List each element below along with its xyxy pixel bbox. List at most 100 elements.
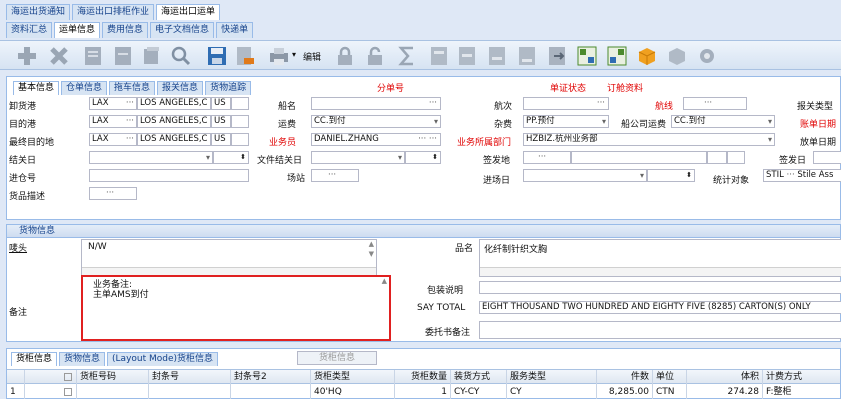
lookup-icon[interactable]: ··· xyxy=(597,98,605,109)
pol-extra-field[interactable] xyxy=(231,97,249,110)
spinner-icon[interactable]: ⬍ xyxy=(686,170,692,181)
ship-freight-select[interactable]: CC.到付 xyxy=(671,115,775,128)
column-header[interactable]: 件数 xyxy=(597,370,653,385)
tab-data-summary[interactable]: 资料汇总 xyxy=(6,22,53,38)
tab-express[interactable]: 快递单 xyxy=(216,22,254,38)
edit-list-icon[interactable] xyxy=(82,45,104,67)
lookup-icon[interactable]: ··· xyxy=(328,170,336,181)
column-header[interactable]: 封条号 xyxy=(149,370,231,385)
file-close-date-field[interactable] xyxy=(311,151,405,164)
column-header[interactable]: 计费方式 xyxy=(763,370,841,385)
tab-edoc-info[interactable]: 电子文档信息 xyxy=(150,22,215,38)
lookup-icon[interactable]: ··· xyxy=(126,134,134,145)
pod-name-field[interactable]: LOS ANGELES,C xyxy=(137,115,211,128)
unit-cell[interactable]: CTN xyxy=(653,385,687,399)
chevron-down-icon[interactable]: ▾ xyxy=(292,50,296,59)
tab-goods-info[interactable]: 货物信息 xyxy=(59,352,106,366)
column-header[interactable]: 货柜类型 xyxy=(311,370,395,385)
cube-icon[interactable] xyxy=(636,45,658,67)
pol-name-field[interactable]: LOS ANGELES,C xyxy=(137,97,211,110)
sum-icon[interactable] xyxy=(396,45,418,67)
container-type-cell[interactable]: 40'HQ xyxy=(311,385,395,399)
packing-field[interactable] xyxy=(479,281,841,294)
container-info-button[interactable]: 货柜信息 xyxy=(297,351,377,365)
volume-cell[interactable]: 274.28 xyxy=(687,385,763,399)
sign-place-code-field[interactable]: ··· xyxy=(523,151,571,164)
settings-icon[interactable] xyxy=(696,45,718,67)
pieces-cell[interactable]: 8,285.00 xyxy=(597,385,653,399)
shipping-mark-textarea[interactable]: N/W ▲ ▼ xyxy=(81,239,377,277)
tab-sea-export-waybill[interactable]: 海运出口运单 xyxy=(156,4,221,20)
loading-method-cell[interactable]: CY-CY xyxy=(451,385,507,399)
misc-select[interactable]: PP.预付 xyxy=(523,115,609,128)
sales-field[interactable]: DANIEL.ZHANG ··· ··· xyxy=(311,133,441,146)
tab-warehouse-info[interactable]: 仓单信息 xyxy=(61,81,108,95)
stat-target-field[interactable]: STIL ··· Stile Ass xyxy=(763,169,841,182)
scroll-up-icon[interactable]: ▲ xyxy=(382,277,387,285)
column-header[interactable]: 货柜号码 xyxy=(77,370,149,385)
tab-trailer-info[interactable]: 拖车信息 xyxy=(109,81,156,95)
freight-select[interactable]: CC.到付 xyxy=(311,115,441,128)
tab-customs-info[interactable]: 报关信息 xyxy=(157,81,204,95)
lookup-icon[interactable]: ··· ··· xyxy=(418,134,437,145)
file-close-time-field[interactable]: ⬍ xyxy=(405,151,441,164)
billing-method-cell[interactable]: F:整柜 xyxy=(763,385,841,399)
pod-country-field[interactable]: US xyxy=(211,115,231,128)
service-type-cell[interactable]: CY xyxy=(507,385,597,399)
lookup-icon[interactable]: ··· xyxy=(704,98,712,109)
column-header[interactable]: 单位 xyxy=(653,370,687,385)
say-total-field[interactable]: EIGHT THOUSAND TWO HUNDRED AND EIGHTY FI… xyxy=(479,301,841,314)
booking-label[interactable]: 订舱资料 xyxy=(607,81,643,94)
column-header[interactable]: 封条号2 xyxy=(231,370,311,385)
enter-time-field[interactable]: ⬍ xyxy=(647,169,695,182)
pol-code-field[interactable]: LAX ··· xyxy=(89,97,137,110)
add-icon[interactable] xyxy=(16,45,38,67)
save-icon[interactable] xyxy=(206,45,228,67)
tab-container-planning[interactable]: 海运出口排柜作业 xyxy=(72,4,155,20)
column-header[interactable]: 装货方式 xyxy=(451,370,507,385)
delete-icon[interactable] xyxy=(48,45,70,67)
tab-shipping-notice[interactable]: 海运出货通知 xyxy=(6,4,71,20)
report-2-icon[interactable] xyxy=(456,45,478,67)
tab-cargo-tracking[interactable]: 货物追踪 xyxy=(205,81,252,95)
column-header[interactable]: 服务类型 xyxy=(507,370,597,385)
search-icon[interactable] xyxy=(170,45,192,67)
final-name-field[interactable]: LOS ANGELES,C xyxy=(137,133,211,146)
lookup-icon[interactable]: ··· xyxy=(126,98,134,109)
scroll-down-icon[interactable]: ▼ xyxy=(369,250,374,258)
customs-time-field[interactable]: ⬍ xyxy=(213,151,249,164)
remark-textarea[interactable]: 业务备注: 主单AMS到付 ▲ xyxy=(81,275,391,341)
tab-waybill-info[interactable]: 运单信息 xyxy=(54,22,101,38)
route-field[interactable]: ··· xyxy=(683,97,747,110)
issue-date-field[interactable] xyxy=(813,151,841,164)
pol-country-field[interactable]: US xyxy=(211,97,231,110)
consign-remark-field[interactable] xyxy=(479,321,841,339)
yard-field[interactable]: ··· xyxy=(311,169,359,182)
tab-fee-info[interactable]: 费用信息 xyxy=(102,22,149,38)
report-3-icon[interactable] xyxy=(486,45,508,67)
lookup-icon[interactable]: ··· xyxy=(126,116,134,127)
lock-icon[interactable] xyxy=(334,45,356,67)
edi-2-icon[interactable] xyxy=(606,45,628,67)
final-code-field[interactable]: LAX ··· xyxy=(89,133,137,146)
vessel-field[interactable]: ··· xyxy=(311,97,441,110)
cube-2-icon[interactable] xyxy=(666,45,688,67)
report-icon[interactable] xyxy=(428,45,450,67)
lookup-icon[interactable]: ··· xyxy=(787,170,795,180)
final-country-field[interactable]: US xyxy=(211,133,231,146)
table-row[interactable]: 1 40'HQ 1 CY-CY CY 8,285.00 CTN 274.28 F… xyxy=(7,385,840,399)
tab-container-info[interactable]: 货柜信息 xyxy=(11,352,58,366)
dept-select[interactable]: HZBIZ.杭州业务部 xyxy=(523,133,775,146)
export-icon[interactable] xyxy=(546,45,568,67)
seal-no-cell[interactable] xyxy=(149,385,231,399)
cancel-icon[interactable] xyxy=(234,45,256,67)
sign-place-name-field[interactable] xyxy=(571,151,707,164)
container-qty-cell[interactable]: 1 xyxy=(395,385,451,399)
warehouse-no-field[interactable] xyxy=(89,169,249,182)
horizontal-scrollbar[interactable] xyxy=(480,267,841,276)
edi-icon[interactable] xyxy=(576,45,598,67)
scroll-up-icon[interactable]: ▲ xyxy=(369,240,374,248)
tab-basic-info[interactable]: 基本信息 xyxy=(13,81,60,95)
goods-desc-field[interactable]: ··· xyxy=(89,187,137,200)
lookup-icon[interactable]: ··· xyxy=(538,152,546,163)
